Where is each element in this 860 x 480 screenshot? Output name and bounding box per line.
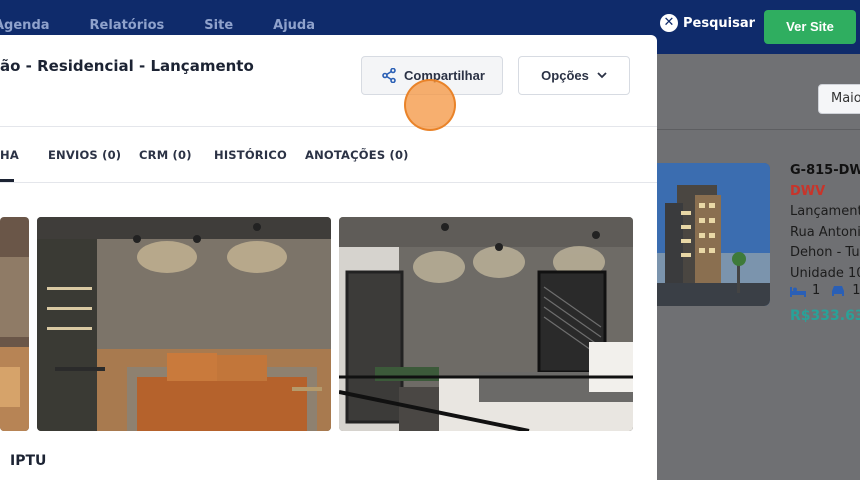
sort-select[interactable]: Maio [818, 84, 860, 114]
tabs-divider-top [0, 126, 657, 127]
listing-badge: DWV [790, 183, 826, 199]
car-icon [832, 285, 845, 296]
listing-line: Lançament [790, 204, 860, 219]
tab-anotacoes[interactable]: ANOTAÇÕES (0) [305, 148, 409, 162]
listing-line: Dehon - Tub [790, 245, 860, 260]
listing-card-image[interactable] [657, 163, 770, 306]
building-illustration [657, 163, 770, 306]
gallery-photo[interactable] [37, 217, 331, 431]
iptu-section-label: IPTU [10, 453, 47, 469]
share-label: Compartilhar [404, 68, 485, 83]
chevron-down-icon [597, 72, 607, 79]
beds-count: 1 [812, 283, 821, 298]
click-indicator [404, 79, 456, 131]
property-modal: ão - Residencial - Lançamento Compartilh… [0, 35, 657, 480]
share-icon [382, 68, 396, 83]
tab-ficha[interactable]: HA [0, 148, 19, 162]
options-label: Opções [541, 68, 589, 83]
tabs-divider-bottom [0, 182, 657, 183]
tab-crm[interactable]: CRM (0) [139, 148, 192, 162]
gallery-photo[interactable] [339, 217, 633, 431]
listing-line: Rua Antoni [790, 224, 860, 240]
listing-price: R$333.63 [790, 308, 860, 324]
listing-line: Unidade 10 [790, 265, 860, 281]
gallery-photo[interactable] [0, 217, 29, 431]
bed-icon [790, 286, 806, 297]
view-site-button[interactable]: Ver Site [764, 10, 856, 44]
listing-card-details[interactable]: G-815-DWV- DWV Lançament Rua Antoni Deho… [790, 161, 860, 284]
bedroom-photo [339, 217, 633, 431]
options-button[interactable]: Opções [518, 56, 630, 95]
bedroom-photo [0, 217, 29, 431]
close-circle-icon[interactable]: ✕ [660, 14, 678, 32]
listing-code: G-815-DWV- [790, 163, 860, 178]
tab-envios[interactable]: ENVIOS (0) [48, 148, 121, 162]
modal-title: ão - Residencial - Lançamento [0, 57, 254, 75]
cars-count: 1 [852, 283, 860, 298]
bedroom-photo [37, 217, 331, 431]
search-link[interactable]: ✕ Pesquisar [660, 14, 755, 32]
listing-features: 1 1 [790, 283, 860, 298]
search-label: Pesquisar [683, 15, 756, 31]
tab-historico[interactable]: HISTÓRICO [214, 148, 287, 162]
